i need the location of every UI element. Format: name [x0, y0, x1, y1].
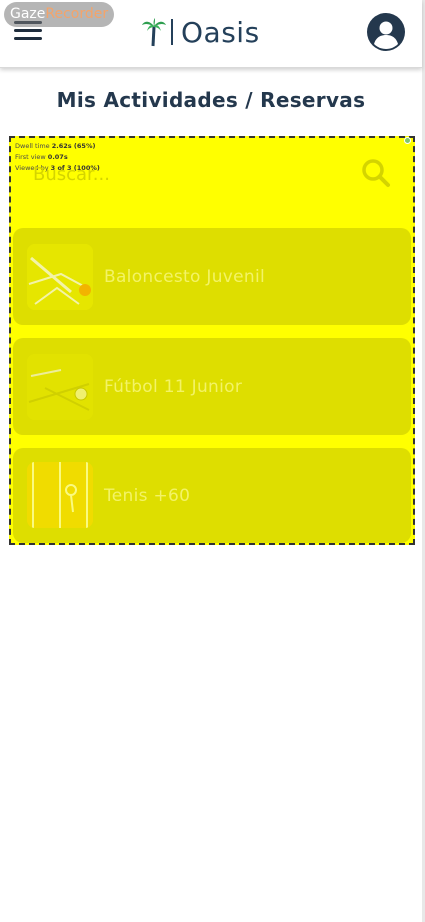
- soccer-icon: [27, 354, 93, 420]
- oasis-logo[interactable]: Oasis: [141, 15, 260, 49]
- watermark-part2: Recorder: [45, 6, 109, 22]
- tennis-icon: [27, 462, 93, 528]
- palm-tree-icon: [142, 18, 166, 47]
- search-input[interactable]: [33, 161, 333, 187]
- activity-label: Fútbol 11 Junior: [104, 376, 243, 397]
- user-account-icon[interactable]: [367, 13, 405, 51]
- logo-text: Oasis: [181, 15, 260, 49]
- overlay-close-icon[interactable]: [404, 137, 411, 144]
- first-view-label: First view: [15, 153, 46, 161]
- activity-label: Tenis +60: [104, 485, 191, 506]
- activities-heatmap-region: Dwell time 2.62s (65%) First view 0.07s …: [9, 136, 415, 545]
- gaze-recorder-watermark: GazeRecorder: [4, 2, 115, 27]
- app-header: Oasis GazeRecorder: [0, 0, 422, 68]
- activity-card[interactable]: Fútbol 11 Junior: [13, 338, 411, 435]
- first-view-value: 0.07s: [47, 153, 68, 161]
- page-title: Mis Actividades / Reservas: [56, 88, 366, 112]
- watermark-part1: Gaze: [10, 6, 46, 22]
- search-icon[interactable]: [361, 158, 391, 188]
- activity-card[interactable]: Baloncesto Juvenil: [13, 228, 411, 325]
- activity-label: Baloncesto Juvenil: [104, 266, 266, 287]
- activity-card[interactable]: Tenis +60: [13, 448, 411, 543]
- basketball-icon: [27, 244, 93, 310]
- dwell-time-label: Dwell time: [15, 142, 50, 150]
- logo-divider: [171, 19, 173, 45]
- dwell-time-value: 2.62s (65%): [51, 142, 96, 150]
